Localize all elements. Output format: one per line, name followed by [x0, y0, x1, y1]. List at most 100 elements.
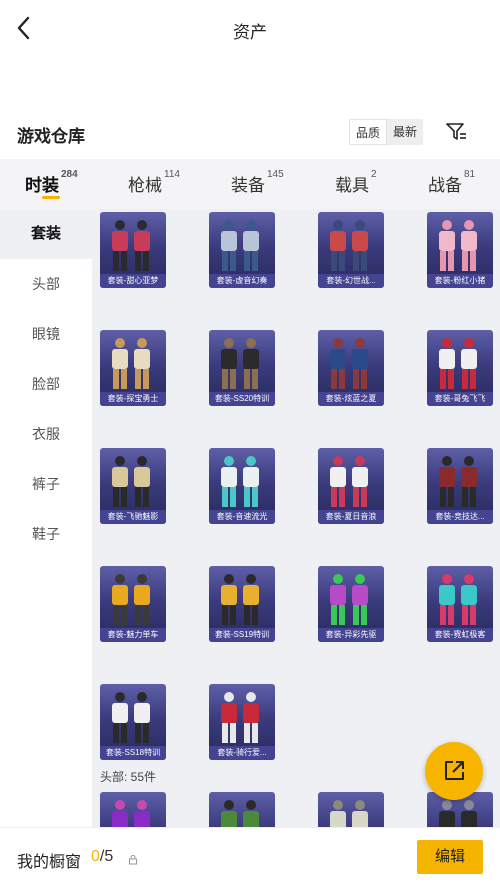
outfit-figures — [330, 800, 368, 827]
outfit-figures — [439, 220, 477, 271]
outfit-figures — [112, 574, 150, 625]
suit-item-card[interactable]: 套装-哥兔飞飞 — [427, 330, 493, 406]
suit-item-card[interactable]: 套装-魅力单车 — [100, 566, 166, 642]
outfit-figures — [112, 800, 150, 827]
page-title: 资产 — [233, 23, 267, 42]
section-header: 游戏仓库 品质 最新 — [0, 118, 500, 150]
outfit-figures — [221, 692, 259, 743]
suit-item-card[interactable]: 套装-SS19特训 — [209, 566, 275, 642]
outfit-figures — [330, 220, 368, 271]
share-fab[interactable] — [425, 742, 483, 800]
suit-item-card[interactable]: 套装-夏日音浪 — [318, 448, 384, 524]
outfit-figures — [439, 338, 477, 389]
sidebar-item-clothes[interactable]: 衣服 — [0, 409, 92, 459]
suit-item-label: 套装-魅力单车 — [100, 628, 166, 642]
head-item-card[interactable] — [209, 792, 275, 827]
head-item-card[interactable] — [100, 792, 166, 827]
suit-item-label: 套装-甜心亚梦 — [100, 274, 166, 288]
suit-item-card[interactable]: 套装-幻世战... — [318, 212, 384, 288]
tab-equipment[interactable]: 装备145 — [231, 169, 284, 196]
suit-item-card[interactable]: 套装-虚音幻奏 — [209, 212, 275, 288]
tab-label: 载具 — [335, 176, 369, 195]
tab-count: 81 — [464, 169, 476, 180]
suit-item-label: 套装-夏日音浪 — [318, 510, 384, 524]
filter-icon[interactable] — [444, 120, 468, 144]
outfit-figures — [439, 456, 477, 507]
tab-fashion[interactable]: 时装284 — [25, 169, 78, 196]
sort-latest-button[interactable]: 最新 — [387, 119, 423, 145]
tab-vehicles[interactable]: 载具2 — [335, 169, 377, 196]
outfit-figures — [221, 338, 259, 389]
showcase-current: 0 — [91, 848, 100, 865]
sidebar-item-glasses[interactable]: 眼镜 — [0, 309, 92, 359]
suit-item-label: 套装-飞驰魅影 — [100, 510, 166, 524]
suit-item-label: 套装-霓虹极客 — [427, 628, 493, 642]
suit-item-label: 套装-虚音幻奏 — [209, 274, 275, 288]
edit-button[interactable]: 编辑 — [417, 840, 483, 874]
suit-item-card[interactable]: 套装-SS20特训 — [209, 330, 275, 406]
suit-item-card[interactable]: 套装-炫蓝之夏 — [318, 330, 384, 406]
outfit-figures — [330, 338, 368, 389]
tab-count: 284 — [61, 169, 78, 180]
suit-item-label: 套装-骑行爱... — [209, 746, 275, 760]
outfit-figures — [112, 220, 150, 271]
category-tabs: 时装284 枪械114 装备145 载具2 战备81 — [0, 159, 500, 209]
suit-item-card[interactable]: 套装-SS18特训 — [100, 684, 166, 760]
suit-item-card[interactable]: 套装-骑行爱... — [209, 684, 275, 760]
tab-count: 2 — [371, 169, 377, 180]
outfit-figures — [221, 456, 259, 507]
suit-item-card[interactable]: 套装-粉红小猪 — [427, 212, 493, 288]
showcase-count: 0/5 — [91, 848, 113, 866]
suit-item-card[interactable]: 套装-飞驰魅影 — [100, 448, 166, 524]
suit-item-label: 套装-SS18特训 — [100, 746, 166, 760]
suit-item-label: 套装-探宝勇士 — [100, 392, 166, 406]
suit-item-card[interactable]: 套装-音速流光 — [209, 448, 275, 524]
suit-item-label: 套装-幻世战... — [318, 274, 384, 288]
tab-label: 枪械 — [128, 176, 162, 195]
suit-item-card[interactable]: 套装-探宝勇士 — [100, 330, 166, 406]
lock-icon — [128, 852, 138, 865]
suit-item-label: 套装-竞技达... — [427, 510, 493, 524]
tab-label: 战备 — [428, 176, 462, 195]
outfit-figures — [330, 456, 368, 507]
outfit-figures — [112, 456, 150, 507]
sort-quality-button[interactable]: 品质 — [349, 119, 388, 145]
suit-item-card[interactable]: 套装-竞技达... — [427, 448, 493, 524]
suit-item-label: 套装-异彩先驱 — [318, 628, 384, 642]
suit-item-card[interactable]: 套装-霓虹极客 — [427, 566, 493, 642]
tab-supplies[interactable]: 战备81 — [428, 169, 476, 196]
showcase-total: /5 — [99, 848, 114, 865]
share-icon — [445, 761, 464, 780]
sidebar-item-shoes[interactable]: 鞋子 — [0, 509, 92, 559]
outfit-figures — [330, 574, 368, 625]
sidebar-item-face[interactable]: 脸部 — [0, 359, 92, 409]
outfit-figures — [439, 800, 477, 827]
sidebar-item-suits[interactable]: 套装 — [0, 209, 92, 259]
suit-item-label: 套装-音速流光 — [209, 510, 275, 524]
suit-item-label: 套装-炫蓝之夏 — [318, 392, 384, 406]
tab-label: 时装 — [25, 176, 59, 195]
outfit-figures — [112, 338, 150, 389]
sort-toggle: 品质 最新 — [349, 119, 424, 145]
outfit-figures — [221, 220, 259, 271]
tab-firearms[interactable]: 枪械114 — [128, 169, 180, 196]
showcase-label: 我的橱窗 — [17, 854, 82, 871]
suit-item-label: 套装-SS20特训 — [209, 392, 275, 406]
tab-count: 145 — [267, 169, 284, 180]
sidebar-item-pants[interactable]: 裤子 — [0, 459, 92, 509]
outfit-figures — [112, 692, 150, 743]
group-label-head: 头部: 55件 — [100, 770, 157, 784]
outfit-figures — [221, 800, 259, 827]
subcategory-sidebar: 套装 头部 眼镜 脸部 衣服 裤子 鞋子 — [0, 209, 92, 827]
suit-item-card[interactable]: 套装-异彩先驱 — [318, 566, 384, 642]
suit-item-card[interactable]: 套装-甜心亚梦 — [100, 212, 166, 288]
tab-label: 装备 — [231, 176, 265, 195]
section-title: 游戏仓库 — [17, 127, 85, 146]
head-item-card[interactable] — [318, 792, 384, 827]
sidebar-item-head[interactable]: 头部 — [0, 259, 92, 309]
item-grid: 头部: 55件 套装-甜心亚梦 套装-虚音幻奏 套装-幻世战... 套装-粉红小猪 套装… — [92, 209, 500, 827]
suit-item-label: 套装-SS19特训 — [209, 628, 275, 642]
suit-item-label: 套装-粉红小猪 — [427, 274, 493, 288]
tab-count: 114 — [164, 169, 180, 180]
outfit-figures — [439, 574, 477, 625]
